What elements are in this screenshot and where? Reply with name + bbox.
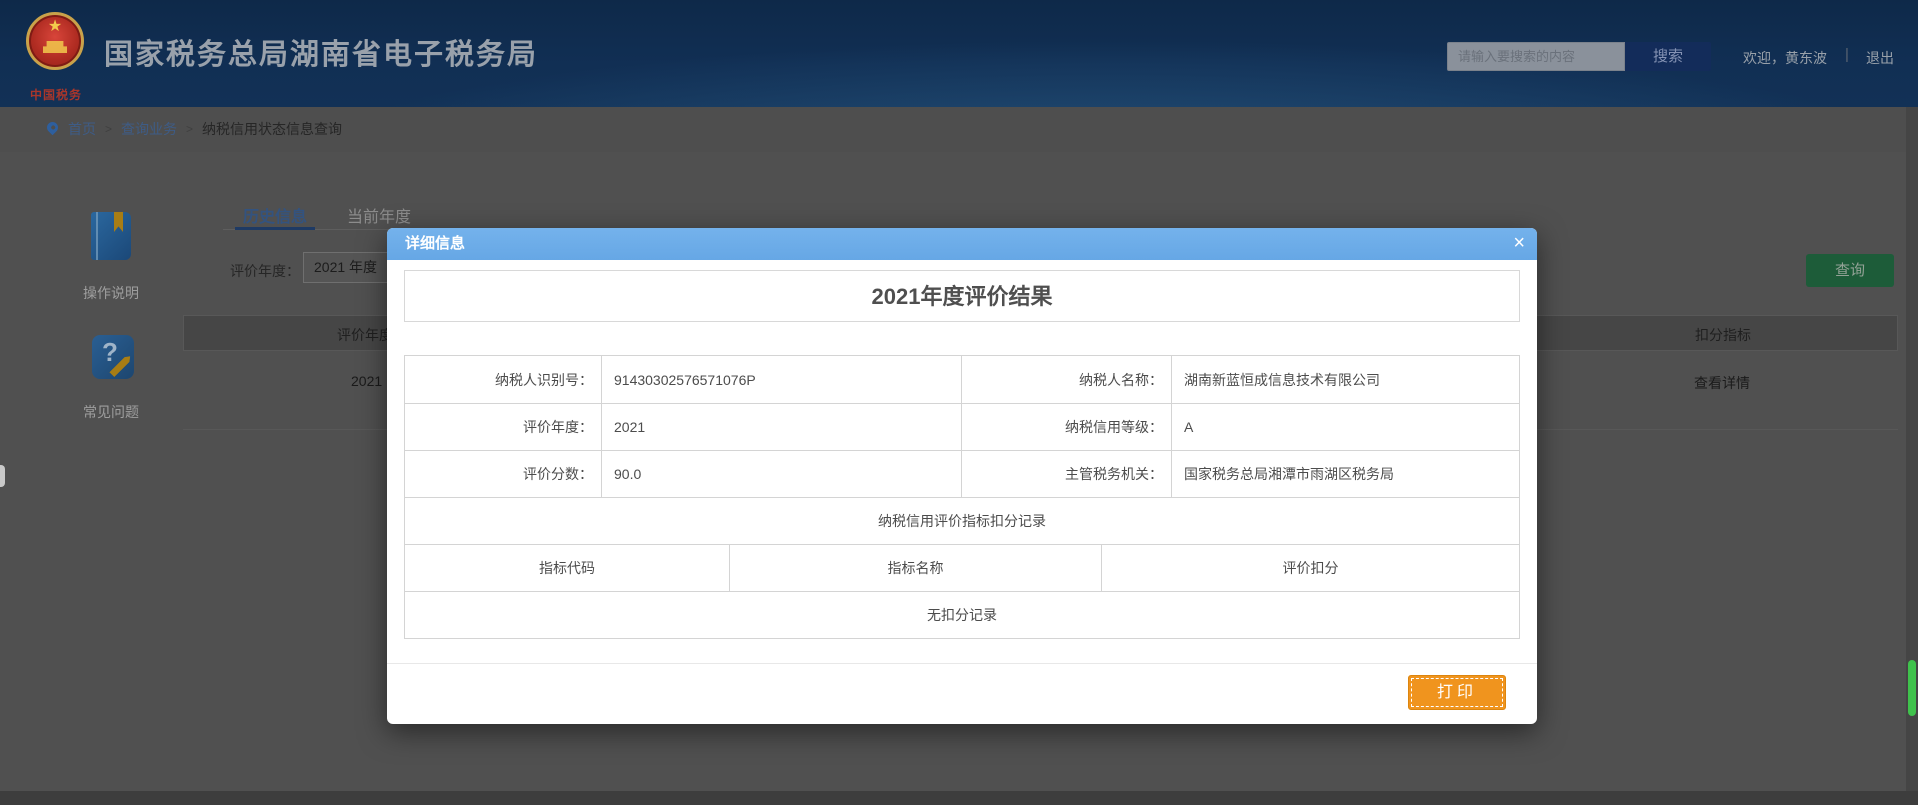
search-button[interactable]: 搜索 (1625, 42, 1711, 71)
eval-year-value: 2021 (601, 404, 961, 450)
query-button[interactable]: 查询 (1806, 254, 1894, 287)
table-row: 评价分数： 90.0 主管税务机关： 国家税务总局湘潭市雨湖区税务局 (405, 450, 1519, 497)
search-input[interactable] (1447, 42, 1625, 71)
page: ★ 中国税务 国家税务总局湖南省电子税务局 搜索 欢迎，黄东波 | 退出 首页 … (0, 0, 1918, 805)
active-tab-underline (235, 227, 315, 230)
eval-year-label: 评价年度： (405, 404, 601, 450)
book-icon[interactable] (91, 212, 131, 260)
sidebar-item-manual[interactable]: 操作说明 (66, 283, 156, 303)
tab-history[interactable]: 历史信息 (243, 203, 307, 227)
app-header: ★ 中国税务 国家税务总局湖南省电子税务局 搜索 欢迎，黄东波 | 退出 (0, 0, 1918, 107)
welcome-text: 欢迎，黄东波 (1743, 48, 1827, 68)
sidebar-item-faq[interactable]: 常见问题 (66, 402, 156, 422)
print-button[interactable]: 打印 (1408, 675, 1506, 710)
taxpayer-name-value: 湖南新蓝恒成信息技术有限公司 (1171, 356, 1519, 403)
logo-subtext: 中国税务 (22, 86, 90, 103)
table-row: 无扣分记录 (405, 591, 1519, 638)
scrollbar[interactable] (1906, 107, 1918, 805)
eval-score-label: 评价分数： (405, 451, 601, 497)
table-row: 纳税信用评价指标扣分记录 (405, 497, 1519, 544)
column-eval-deduction: 评价扣分 (1101, 545, 1519, 591)
header-separator: | (1845, 46, 1849, 63)
breadcrumb: 首页 > 查询业务 > 纳税信用状态信息查询 (0, 107, 1918, 152)
question-pencil-icon[interactable]: ? (92, 335, 134, 379)
scrollbar-thumb[interactable] (1908, 660, 1916, 716)
detail-dialog: 详细信息 × 2021年度评价结果 纳税人识别号： 91430302576571… (387, 228, 1537, 724)
emblem-gate-icon (43, 41, 67, 53)
tax-authority-value: 国家税务总局湘潭市雨湖区税务局 (1171, 451, 1519, 497)
breadcrumb-current: 纳税信用状态信息查询 (202, 119, 342, 139)
star-icon: ★ (29, 19, 81, 35)
bookmark-icon (114, 212, 123, 232)
column-eval-year: 评价年度 (337, 325, 393, 345)
tab-current-year[interactable]: 当前年度 (347, 203, 411, 227)
column-deduction-indicator: 扣分指标 (1695, 325, 1751, 345)
table-row: 纳税人识别号： 91430302576571076P 纳税人名称： 湖南新蓝恒成… (405, 356, 1519, 403)
dialog-title: 详细信息 (405, 228, 465, 260)
close-icon[interactable]: × (1513, 228, 1525, 259)
breadcrumb-home[interactable]: 首页 (68, 119, 96, 139)
no-deduction-record: 无扣分记录 (405, 592, 1519, 638)
logout-link[interactable]: 退出 (1866, 48, 1894, 68)
evaluation-table: 纳税人识别号： 91430302576571076P 纳税人名称： 湖南新蓝恒成… (404, 355, 1520, 639)
credit-grade-value: A (1171, 404, 1519, 450)
app-title: 国家税务总局湖南省电子税务局 (104, 31, 538, 73)
eval-score-value: 90.0 (601, 451, 961, 497)
column-indicator-name: 指标名称 (729, 545, 1101, 591)
view-details-link[interactable]: 查看详情 (1694, 373, 1750, 393)
panel-handle[interactable] (0, 465, 5, 487)
row-eval-year: 2021 (351, 373, 382, 389)
result-title: 2021年度评价结果 (404, 270, 1520, 322)
breadcrumb-query-business[interactable]: 查询业务 (121, 119, 177, 139)
footer-divider (387, 663, 1537, 664)
taxpayer-id-label: 纳税人识别号： (405, 356, 601, 403)
taxpayer-name-label: 纳税人名称： (961, 356, 1171, 403)
eval-year-label: 评价年度： (230, 261, 300, 281)
location-pin-icon (45, 120, 59, 138)
table-row: 评价年度： 2021 纳税信用等级： A (405, 403, 1519, 450)
column-indicator-code: 指标代码 (405, 545, 729, 591)
dialog-header: 详细信息 × (387, 228, 1537, 260)
deduction-section-title: 纳税信用评价指标扣分记录 (405, 498, 1519, 544)
bottom-strip (0, 791, 1918, 805)
breadcrumb-separator: > (186, 122, 193, 136)
credit-grade-label: 纳税信用等级： (961, 404, 1171, 450)
tax-emblem-icon: ★ (26, 12, 84, 70)
taxpayer-id-value: 91430302576571076P (601, 356, 961, 403)
tax-authority-label: 主管税务机关： (961, 451, 1171, 497)
breadcrumb-separator: > (105, 122, 112, 136)
table-row: 指标代码 指标名称 评价扣分 (405, 544, 1519, 591)
